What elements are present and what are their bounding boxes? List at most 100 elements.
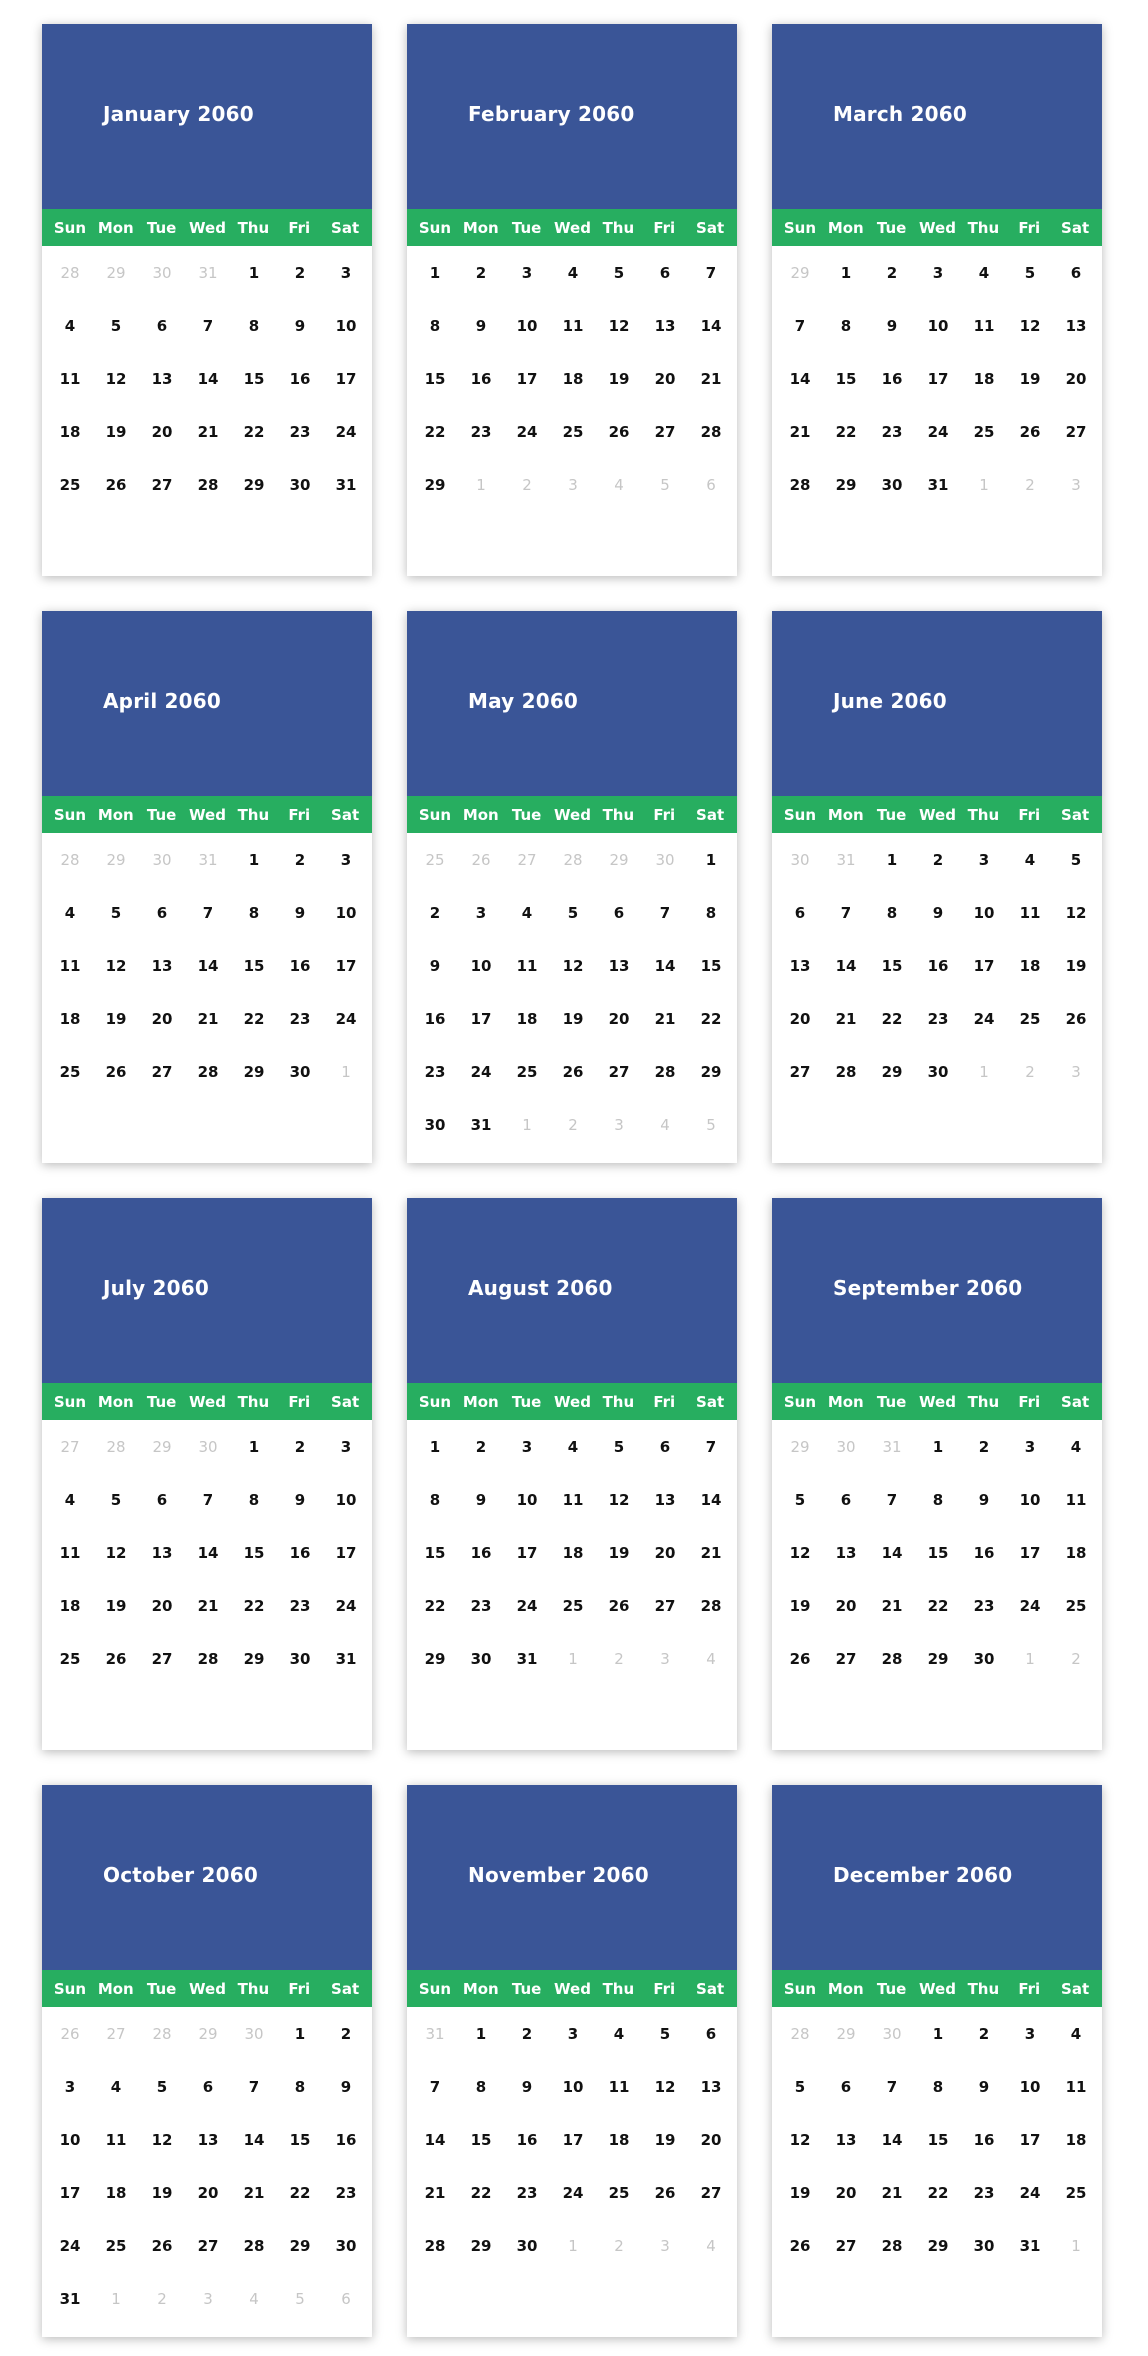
day-cell[interactable]: 26: [93, 1632, 139, 1685]
day-cell[interactable]: 14: [185, 1526, 231, 1579]
day-cell[interactable]: 5: [596, 246, 642, 299]
day-cell[interactable]: 22: [412, 405, 458, 458]
day-cell[interactable]: 21: [185, 405, 231, 458]
day-cell[interactable]: 14: [185, 352, 231, 405]
day-cell[interactable]: 21: [823, 992, 869, 1045]
day-cell[interactable]: 7: [642, 886, 688, 939]
adjacent-month-day-cell[interactable]: 2: [550, 1098, 596, 1151]
day-cell[interactable]: 28: [688, 1579, 734, 1632]
day-cell[interactable]: 18: [504, 992, 550, 1045]
day-cell[interactable]: 12: [93, 352, 139, 405]
day-cell[interactable]: 22: [688, 992, 734, 1045]
day-cell[interactable]: 5: [139, 2060, 185, 2113]
day-cell[interactable]: 30: [277, 458, 323, 511]
day-cell[interactable]: 30: [323, 2219, 369, 2272]
day-cell[interactable]: 24: [550, 2166, 596, 2219]
day-cell[interactable]: 24: [504, 405, 550, 458]
day-cell[interactable]: 13: [139, 1526, 185, 1579]
day-cell[interactable]: 3: [323, 1420, 369, 1473]
day-cell[interactable]: 7: [777, 299, 823, 352]
day-cell[interactable]: 19: [777, 2166, 823, 2219]
day-cell[interactable]: 20: [642, 1526, 688, 1579]
day-cell[interactable]: 15: [458, 2113, 504, 2166]
day-cell[interactable]: 27: [139, 1632, 185, 1685]
day-cell[interactable]: 14: [823, 939, 869, 992]
day-cell[interactable]: 16: [961, 2113, 1007, 2166]
day-cell[interactable]: 30: [915, 1045, 961, 1098]
day-cell[interactable]: 23: [915, 992, 961, 1045]
day-cell[interactable]: 7: [688, 246, 734, 299]
day-cell[interactable]: 1: [277, 2007, 323, 2060]
day-cell[interactable]: 9: [961, 2060, 1007, 2113]
day-cell[interactable]: 27: [139, 1045, 185, 1098]
day-cell[interactable]: 20: [139, 405, 185, 458]
day-cell[interactable]: 7: [185, 1473, 231, 1526]
adjacent-month-day-cell[interactable]: 3: [550, 458, 596, 511]
day-cell[interactable]: 21: [869, 1579, 915, 1632]
day-cell[interactable]: 2: [277, 833, 323, 886]
day-cell[interactable]: 4: [961, 246, 1007, 299]
day-cell[interactable]: 2: [458, 246, 504, 299]
day-cell[interactable]: 5: [550, 886, 596, 939]
day-cell[interactable]: 19: [642, 2113, 688, 2166]
adjacent-month-day-cell[interactable]: 29: [93, 833, 139, 886]
day-cell[interactable]: 23: [277, 1579, 323, 1632]
day-cell[interactable]: 3: [458, 886, 504, 939]
day-cell[interactable]: 9: [458, 1473, 504, 1526]
day-cell[interactable]: 23: [412, 1045, 458, 1098]
day-cell[interactable]: 6: [642, 1420, 688, 1473]
day-cell[interactable]: 6: [1053, 246, 1099, 299]
day-cell[interactable]: 10: [323, 1473, 369, 1526]
day-cell[interactable]: 13: [688, 2060, 734, 2113]
day-cell[interactable]: 19: [596, 352, 642, 405]
day-cell[interactable]: 27: [777, 1045, 823, 1098]
day-cell[interactable]: 9: [915, 886, 961, 939]
day-cell[interactable]: 27: [642, 1579, 688, 1632]
day-cell[interactable]: 18: [1053, 2113, 1099, 2166]
day-cell[interactable]: 12: [777, 1526, 823, 1579]
day-cell[interactable]: 10: [504, 299, 550, 352]
day-cell[interactable]: 18: [1053, 1526, 1099, 1579]
day-cell[interactable]: 1: [458, 2007, 504, 2060]
day-cell[interactable]: 25: [961, 405, 1007, 458]
day-cell[interactable]: 24: [47, 2219, 93, 2272]
day-cell[interactable]: 23: [323, 2166, 369, 2219]
day-cell[interactable]: 23: [869, 405, 915, 458]
adjacent-month-day-cell[interactable]: 30: [139, 246, 185, 299]
day-cell[interactable]: 19: [1053, 939, 1099, 992]
day-cell[interactable]: 30: [277, 1632, 323, 1685]
day-cell[interactable]: 1: [231, 833, 277, 886]
day-cell[interactable]: 25: [504, 1045, 550, 1098]
day-cell[interactable]: 10: [323, 886, 369, 939]
day-cell[interactable]: 28: [412, 2219, 458, 2272]
day-cell[interactable]: 11: [93, 2113, 139, 2166]
adjacent-month-day-cell[interactable]: 28: [550, 833, 596, 886]
day-cell[interactable]: 30: [412, 1098, 458, 1151]
adjacent-month-day-cell[interactable]: 1: [504, 1098, 550, 1151]
day-cell[interactable]: 27: [185, 2219, 231, 2272]
day-cell[interactable]: 8: [823, 299, 869, 352]
day-cell[interactable]: 26: [139, 2219, 185, 2272]
day-cell[interactable]: 19: [139, 2166, 185, 2219]
day-cell[interactable]: 2: [277, 246, 323, 299]
day-cell[interactable]: 3: [1007, 2007, 1053, 2060]
day-cell[interactable]: 17: [323, 1526, 369, 1579]
day-cell[interactable]: 19: [93, 1579, 139, 1632]
day-cell[interactable]: 24: [323, 992, 369, 1045]
adjacent-month-day-cell[interactable]: 4: [688, 2219, 734, 2272]
day-cell[interactable]: 10: [1007, 2060, 1053, 2113]
day-cell[interactable]: 27: [688, 2166, 734, 2219]
day-cell[interactable]: 28: [823, 1045, 869, 1098]
adjacent-month-day-cell[interactable]: 29: [777, 246, 823, 299]
day-cell[interactable]: 21: [231, 2166, 277, 2219]
day-cell[interactable]: 16: [869, 352, 915, 405]
adjacent-month-day-cell[interactable]: 1: [550, 2219, 596, 2272]
day-cell[interactable]: 19: [596, 1526, 642, 1579]
day-cell[interactable]: 17: [961, 939, 1007, 992]
day-cell[interactable]: 22: [231, 405, 277, 458]
adjacent-month-day-cell[interactable]: 29: [777, 1420, 823, 1473]
day-cell[interactable]: 20: [777, 992, 823, 1045]
day-cell[interactable]: 15: [823, 352, 869, 405]
day-cell[interactable]: 16: [458, 1526, 504, 1579]
day-cell[interactable]: 28: [642, 1045, 688, 1098]
